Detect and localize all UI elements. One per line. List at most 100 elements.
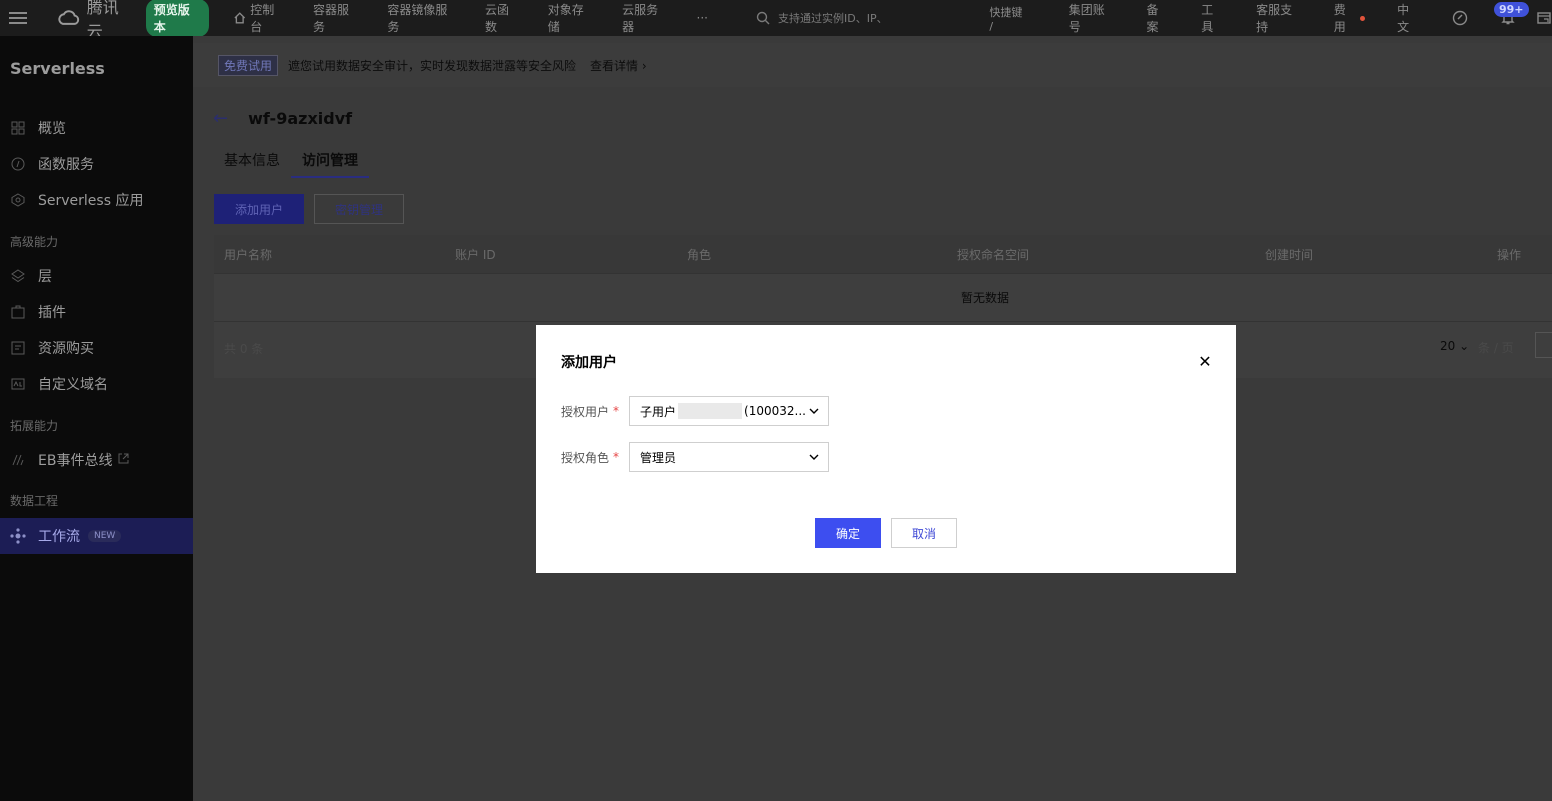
sidebar-item-functions[interactable]: 函数服务	[0, 146, 193, 182]
back-arrow-icon[interactable]: ←	[213, 108, 228, 129]
sidebar-section-ext: 拓展能力	[10, 419, 59, 433]
sidebar-item-serverless-app[interactable]: Serverless 应用	[0, 182, 193, 218]
field-label-user: 授权用户 *	[561, 404, 620, 419]
nav-support[interactable]: 客服支持	[1256, 1, 1302, 35]
form-row-role: 授权角色 * 管理员	[561, 442, 829, 472]
top-right-nav: 集团账号 备案 工具 客服支持 费用 中文	[1069, 1, 1552, 35]
grid-icon	[10, 120, 26, 136]
total-count: 共 0 条	[224, 342, 264, 356]
sidebar-item-layer[interactable]: 层	[0, 258, 193, 294]
authorized-role-select[interactable]: 管理员	[629, 442, 829, 472]
help-icon[interactable]	[1452, 10, 1468, 26]
nav-more[interactable]: ···	[697, 11, 708, 25]
shortcut-hint: 快捷键 /	[989, 5, 1023, 33]
tab-basic-info[interactable]: 基本信息	[213, 146, 291, 178]
home-icon	[234, 12, 245, 24]
search-icon	[756, 11, 770, 25]
required-mark: *	[613, 404, 620, 418]
preview-badge[interactable]: 预览版本	[145, 0, 209, 37]
key-management-button[interactable]: 密钥管理	[314, 194, 404, 224]
nav-console[interactable]: 控制台	[233, 1, 285, 35]
sidebar: Serverless 概览 函数服务 Serverless 应用 高级能力 层 …	[0, 36, 193, 801]
nav-container-registry[interactable]: 容器镜像服务	[387, 1, 457, 35]
sidebar-item-eventbus[interactable]: EB事件总线	[0, 442, 193, 478]
cloud-icon	[58, 10, 80, 25]
first-page-button[interactable]	[1535, 332, 1552, 358]
page-header: ← wf-9azxidvf	[213, 108, 352, 129]
sidebar-section-data: 数据工程	[10, 494, 59, 508]
notice-text: 遮您试用数据安全审计，实时发现数据泄露等安全风险	[288, 58, 577, 73]
nav-tools[interactable]: 工具	[1201, 1, 1224, 35]
authorized-user-select[interactable]: 子用户 (100032...	[629, 396, 829, 426]
sidebar-item-plugin[interactable]: 插件	[0, 294, 193, 330]
column-username: 用户名称	[224, 247, 273, 262]
sidebar-item-workflow[interactable]: 工作流 NEW	[0, 518, 193, 554]
confirm-button[interactable]: 确定	[815, 518, 881, 548]
chevron-right-icon: ›	[641, 58, 647, 73]
form-row-user: 授权用户 * 子用户 (100032...	[561, 396, 829, 426]
workflow-icon	[10, 528, 26, 544]
close-icon[interactable]: ✕	[1196, 353, 1214, 371]
table-header: 用户名称 账户 ID 角色 授权命名空间 创建时间 操作	[214, 235, 1552, 273]
field-label-role: 授权角色 *	[561, 450, 620, 465]
column-namespace: 授权命名空间	[957, 247, 1030, 262]
sidebar-item-custom-domain[interactable]: 自定义域名	[0, 366, 193, 402]
empty-state-text: 暂无数据	[961, 291, 1010, 305]
table-empty-row: 暂无数据	[214, 273, 1552, 321]
purchase-icon	[10, 340, 26, 356]
promo-notice: 免费试用 遮您试用数据安全审计，实时发现数据泄露等安全风险 查看详情 ›	[193, 43, 1552, 87]
external-link-icon	[118, 452, 129, 468]
window-icon[interactable]	[1536, 10, 1552, 26]
column-role: 角色	[687, 247, 712, 262]
add-user-dialog: 添加用户 ✕ 授权用户 * 子用户 (100032... 授权角色 * 管理员 确定…	[536, 325, 1236, 573]
search-placeholder: 支持通过实例ID、IP、	[778, 12, 888, 25]
per-page-label: 条 / 页	[1478, 341, 1514, 355]
nav-billing[interactable]: 费用	[1334, 1, 1366, 35]
top-search[interactable]: 支持通过实例ID、IP、	[756, 10, 981, 26]
column-account-id: 账户 ID	[455, 247, 496, 262]
new-badge: NEW	[88, 530, 122, 542]
nav-cloud-server[interactable]: 云服务器	[622, 1, 668, 35]
nav-cloud-function[interactable]: 云函数	[485, 1, 520, 35]
tab-bar: 基本信息 访问管理	[213, 146, 369, 178]
redacted-username	[678, 403, 743, 419]
layer-icon	[10, 268, 26, 284]
eventbus-icon	[10, 452, 26, 468]
sidebar-section-advanced: 高级能力	[10, 235, 59, 249]
add-user-button[interactable]: 添加用户	[214, 194, 304, 224]
function-icon	[10, 156, 26, 172]
dialog-title: 添加用户	[561, 355, 617, 371]
cancel-button[interactable]: 取消	[891, 518, 957, 548]
top-nav: 控制台 容器服务 容器镜像服务 云函数 对象存储 云服务器 ···	[233, 1, 736, 35]
top-bar: 腾讯云 预览版本 控制台 容器服务 容器镜像服务 云函数 对象存储 云服务器 ·…	[0, 0, 1552, 41]
tab-access-management[interactable]: 访问管理	[291, 146, 369, 178]
toolbar: 添加用户 密钥管理	[214, 194, 404, 224]
sidebar-item-purchase[interactable]: 资源购买	[0, 330, 193, 366]
column-actions: 操作	[1497, 247, 1522, 262]
plugin-icon	[10, 304, 26, 320]
app-icon	[10, 192, 26, 208]
notice-details-link[interactable]: 查看详情 ›	[590, 57, 647, 74]
role-select-value: 管理员	[640, 450, 677, 465]
column-created-time: 创建时间	[1265, 247, 1314, 262]
chevron-down-icon: ⌄	[1459, 339, 1470, 353]
nav-filing[interactable]: 备案	[1146, 1, 1169, 35]
required-mark: *	[613, 450, 620, 464]
nav-object-storage[interactable]: 对象存储	[548, 1, 594, 35]
user-select-prefix: 子用户	[640, 404, 677, 419]
nav-language[interactable]: 中文	[1397, 1, 1420, 35]
chevron-down-icon	[809, 408, 819, 414]
chevron-down-icon	[809, 454, 819, 460]
notification-count-badge: 99+	[1494, 2, 1529, 17]
free-trial-tag: 免费试用	[218, 54, 279, 76]
menu-icon[interactable]	[0, 0, 35, 36]
page-title: wf-9azxidvf	[248, 109, 353, 128]
sidebar-title: Serverless	[10, 59, 105, 78]
billing-dot	[1360, 15, 1366, 21]
page-size-select[interactable]: 20 ⌄	[1440, 339, 1469, 353]
user-select-suffix: (100032...	[744, 404, 806, 418]
nav-group-account[interactable]: 集团账号	[1069, 1, 1115, 35]
nav-container-service[interactable]: 容器服务	[313, 1, 359, 35]
domain-icon	[10, 376, 26, 392]
sidebar-item-overview[interactable]: 概览	[0, 110, 193, 146]
